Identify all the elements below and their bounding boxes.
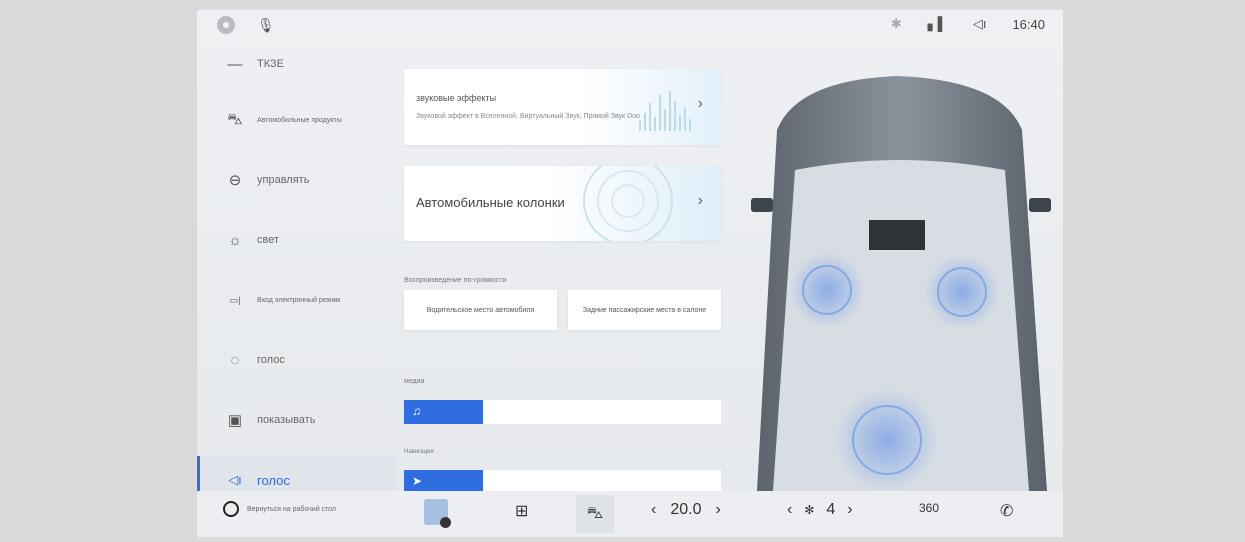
rear-seats-button[interactable]: Задние пассажирские места в салоне (568, 290, 721, 330)
temp-decrease-button[interactable]: ‹ (651, 501, 656, 519)
sidebar-item-display[interactable]: ▣ показывать (197, 396, 397, 444)
music-note-icon: ♫ (412, 404, 421, 418)
car-speakers-title: Автомобильные колонки (416, 195, 565, 210)
bottom-dock: Вернуться на рабочий стол ⊞ ⛍ ‹ 20.0 › ‹… (197, 491, 1063, 537)
temperature-value: 20.0 (670, 501, 702, 518)
voice-icon: ◌ (230, 351, 240, 369)
car-icon: ⛍ (227, 110, 243, 128)
grid-icon: ⊞ (515, 503, 529, 520)
fan-speed-value: 4 (826, 501, 836, 518)
status-bar: 🎙 ✱ ▖▌ ◁ı 16:40 (197, 10, 1063, 44)
sidebar-item-label: свет (257, 234, 280, 246)
temperature-control[interactable]: ‹ 20.0 › (651, 501, 721, 519)
signal-icon: ▖▌ (927, 16, 947, 31)
navigation-arrow-icon: ➤ (412, 474, 423, 488)
equalizer-graphic (639, 87, 691, 131)
sidebar-item-shortcut[interactable]: — ТКЗЕ (197, 46, 397, 82)
speaker-icon: ◁ı (228, 472, 242, 487)
sidebar-item-label: управлять (257, 174, 310, 186)
shortcut-icon: — (227, 55, 243, 73)
fan-increase-button[interactable]: › (847, 501, 852, 519)
sidebar-item-label: Вход электронный режим (257, 296, 341, 304)
media-label: медиа (404, 378, 425, 385)
temp-increase-button[interactable]: › (715, 501, 720, 519)
sidebar-item-label: голос (257, 354, 285, 366)
steering-wheel-icon: ⊖ (228, 172, 242, 189)
chevron-right-icon: › (697, 95, 703, 112)
sidebar-item-label: показывать (257, 414, 316, 426)
fan-icon: ✻ (804, 503, 815, 517)
car-icon: ⛍ (576, 495, 614, 533)
sidebar-item-label: ТКЗЕ (257, 58, 284, 70)
vehicle-button[interactable]: ⛍ (576, 495, 614, 533)
light-bulb-icon: ☼ (228, 231, 242, 249)
fingerprint-graphic (583, 166, 673, 241)
media-volume-slider[interactable]: ♫ (404, 400, 721, 424)
avatar-icon[interactable] (217, 16, 235, 34)
sound-effects-card[interactable]: звуковые эффекты Звуковой эффект в Вселе… (404, 69, 721, 145)
display-icon: ▣ (227, 412, 243, 429)
fan-decrease-button[interactable]: ‹ (787, 501, 792, 519)
chevron-right-icon: › (697, 192, 703, 209)
sidebar-item-light[interactable]: ☼ свет (197, 216, 397, 264)
phone-icon: ✆ (1000, 503, 1014, 520)
volume-icon[interactable]: ◁ı (973, 16, 987, 32)
sidebar-item-label: Автомобильные продукты (257, 116, 342, 124)
playback-label: Воспроизведение по-громкости (404, 277, 507, 284)
phone-button[interactable]: ✆ (1000, 501, 1013, 521)
mic-icon[interactable]: 🎙 (257, 17, 275, 34)
power-icon (223, 501, 239, 517)
car-top-view-image (737, 70, 1063, 492)
app-button[interactable] (424, 499, 451, 528)
clock: 16:40 (1012, 16, 1045, 32)
sidebar-item-mode[interactable]: ▭| Вход электронный режим (197, 276, 397, 324)
settings-sidebar: — ТКЗЕ ⛍ Автомобильные продукты ⊖ управл… (197, 44, 397, 504)
app-icon (424, 499, 451, 528)
sidebar-item-voice[interactable]: ◌ голос (197, 336, 397, 384)
infotainment-screen: 🎙 ✱ ▖▌ ◁ı 16:40 — ТКЗЕ ⛍ Автомобильные п… (197, 10, 1063, 537)
sound-effects-title: звуковые эффекты (416, 93, 497, 103)
mode-icon: ▭| (229, 294, 241, 305)
sidebar-item-label: голос (257, 472, 290, 488)
sound-effects-subtitle: Звуковой эффект в Вселенной, Виртуальный… (416, 113, 640, 120)
right-margin (1063, 0, 1245, 542)
fan-control[interactable]: ‹ ✻ 4 › (787, 501, 853, 519)
sound-settings-panel: звуковые эффекты Звуковой эффект в Вселе… (404, 44, 724, 494)
home-button[interactable]: Вернуться на рабочий стол (223, 501, 336, 517)
apps-grid-button[interactable]: ⊞ (515, 501, 528, 521)
navigation-label: Навигация (404, 449, 434, 455)
car-speakers-card[interactable]: Автомобильные колонки › (404, 166, 721, 241)
sidebar-item-control[interactable]: ⊖ управлять (197, 156, 397, 204)
driver-seat-button[interactable]: Водительское место автомобиля (404, 290, 557, 330)
home-label: Вернуться на рабочий стол (247, 505, 337, 513)
bluetooth-icon[interactable]: ✱ (891, 16, 902, 32)
view-360-label: 360 (919, 501, 940, 515)
sidebar-item-vehicle[interactable]: ⛍ Автомобильные продукты (197, 96, 397, 144)
view-360-button[interactable]: 360 (919, 501, 939, 515)
left-margin (0, 0, 197, 542)
